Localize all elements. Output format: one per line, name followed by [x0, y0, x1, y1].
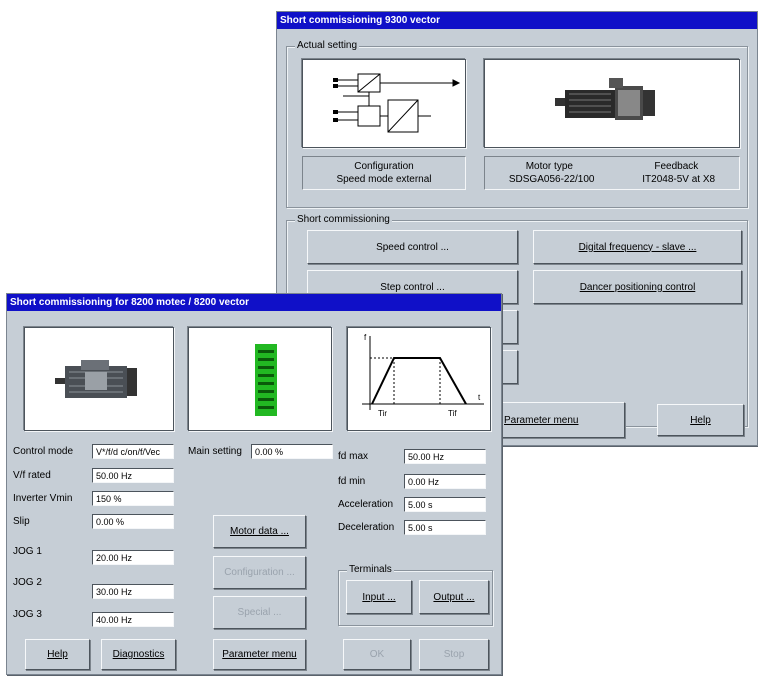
ramp-diagram: f t Tir Tif [362, 333, 484, 418]
digital-frequency-slave-button[interactable]: Digital frequency - slave ... [533, 230, 742, 264]
stop-button[interactable]: Stop [419, 639, 489, 670]
stop-label: Stop [443, 649, 465, 660]
motor-feedback-info-box: Motor type Feedback SDSGA056-22/100 IT20… [484, 156, 740, 190]
parameter-menu-button[interactable]: Parameter menu [495, 402, 625, 438]
ramp-t-label: t [478, 393, 481, 402]
motor-data-label: Motor data ... [230, 526, 289, 537]
special-label: Special ... [237, 607, 282, 618]
short-commissioning-8200-window: Short commissioning for 8200 motec / 820… [6, 293, 502, 675]
jog2-label: JOG 2 [13, 577, 42, 588]
ok-label: OK [369, 649, 385, 660]
diagnostics-button[interactable]: Diagnostics [101, 639, 176, 670]
inverter-image-panel [188, 327, 332, 431]
motor-image [55, 360, 137, 398]
actual-setting-label: Actual setting [295, 40, 360, 51]
speed-control-label: Speed control ... [376, 241, 449, 253]
motor-type-label: Motor type [525, 161, 573, 172]
main-setting-label: Main setting [188, 446, 242, 457]
feedback-value: IT2048-5V at X8 [642, 174, 716, 185]
help-button[interactable]: Help [657, 404, 744, 436]
special-button[interactable]: Special ... [213, 596, 306, 629]
inverter-vmin-label: Inverter Vmin [13, 493, 73, 504]
step-control-label: Step control ... [380, 281, 445, 293]
jog1-label: JOG 1 [13, 546, 42, 557]
ramp-diagram-panel: f t Tir Tif [347, 327, 491, 431]
servo-motor-image [555, 78, 655, 120]
inverter-vmin-field[interactable]: 150 % [92, 491, 174, 506]
configuration-button[interactable]: Configuration ... [213, 556, 306, 589]
vf-rated-field[interactable]: 50.00 Hz [92, 468, 174, 483]
input-label: Input ... [362, 591, 396, 603]
dancer-positioning-control-button[interactable]: Dancer positioning control [533, 270, 742, 304]
inverter-image [255, 344, 277, 416]
motor-type-value: SDSGA056-22/100 [508, 174, 595, 185]
feedback-label: Feedback [654, 161, 699, 172]
output-button[interactable]: Output ... [419, 580, 489, 614]
motor-data-button[interactable]: Motor data ... [213, 515, 306, 548]
parameter-menu-label: Parameter menu [504, 414, 579, 426]
help-label: Help [690, 414, 711, 426]
window-title: Short commissioning 9300 vector [277, 12, 757, 29]
dancer-control-label: Dancer positioning control [579, 281, 696, 293]
digital-frequency-label: Digital frequency - slave ... [578, 241, 697, 253]
ok-button[interactable]: OK [343, 639, 411, 670]
fd-min-label: fd min [338, 476, 366, 487]
motor-image-panel [484, 59, 740, 148]
vf-rated-label: V/f rated [13, 470, 51, 481]
configuration-label: Configuration [354, 161, 414, 172]
terminals-label: Terminals [347, 564, 394, 575]
fd-min-field[interactable]: 0.00 Hz [404, 474, 486, 489]
acceleration-field[interactable]: 5.00 s [404, 497, 486, 512]
configuration-info-box: Configuration Speed mode external [302, 156, 466, 190]
control-mode-label: Control mode [13, 446, 74, 457]
slip-label: Slip [13, 516, 30, 527]
speed-mode-block-diagram [333, 73, 461, 133]
deceleration-field[interactable]: 5.00 s [404, 520, 486, 535]
fd-max-label: fd max [338, 451, 369, 462]
jog2-field[interactable]: 30.00 Hz [92, 584, 174, 599]
acceleration-label: Acceleration [338, 499, 394, 510]
configuration-value: Speed mode external [336, 174, 432, 185]
speed-control-button[interactable]: Speed control ... [307, 230, 518, 264]
help-label: Help [47, 649, 68, 660]
motor-image-panel [24, 327, 174, 431]
jog3-field[interactable]: 40.00 Hz [92, 612, 174, 627]
diagnostics-label: Diagnostics [112, 649, 165, 660]
parameter-menu-button[interactable]: Parameter menu [213, 639, 306, 670]
deceleration-label: Deceleration [338, 522, 395, 533]
main-setting-field[interactable]: 0.00 % [251, 444, 333, 459]
configuration-diagram-panel [302, 59, 466, 148]
ramp-f-label: f [364, 333, 367, 342]
control-mode-field[interactable]: V*/f/d c/on/f/Vec [92, 444, 174, 459]
slip-field[interactable]: 0.00 % [92, 514, 174, 529]
fd-max-field[interactable]: 50.00 Hz [404, 449, 486, 464]
parameter-menu-label: Parameter menu [222, 649, 297, 660]
window-title: Short commissioning for 8200 motec / 820… [7, 294, 501, 311]
output-label: Output ... [433, 591, 475, 603]
jog1-field[interactable]: 20.00 Hz [92, 550, 174, 565]
configuration-label: Configuration ... [224, 567, 295, 578]
input-button[interactable]: Input ... [346, 580, 412, 614]
short-commissioning-label: Short commissioning [295, 214, 392, 225]
jog3-label: JOG 3 [13, 609, 42, 620]
ramp-tif-label: Tif [448, 409, 457, 418]
ramp-tir-label: Tir [378, 409, 387, 418]
help-button[interactable]: Help [25, 639, 90, 670]
